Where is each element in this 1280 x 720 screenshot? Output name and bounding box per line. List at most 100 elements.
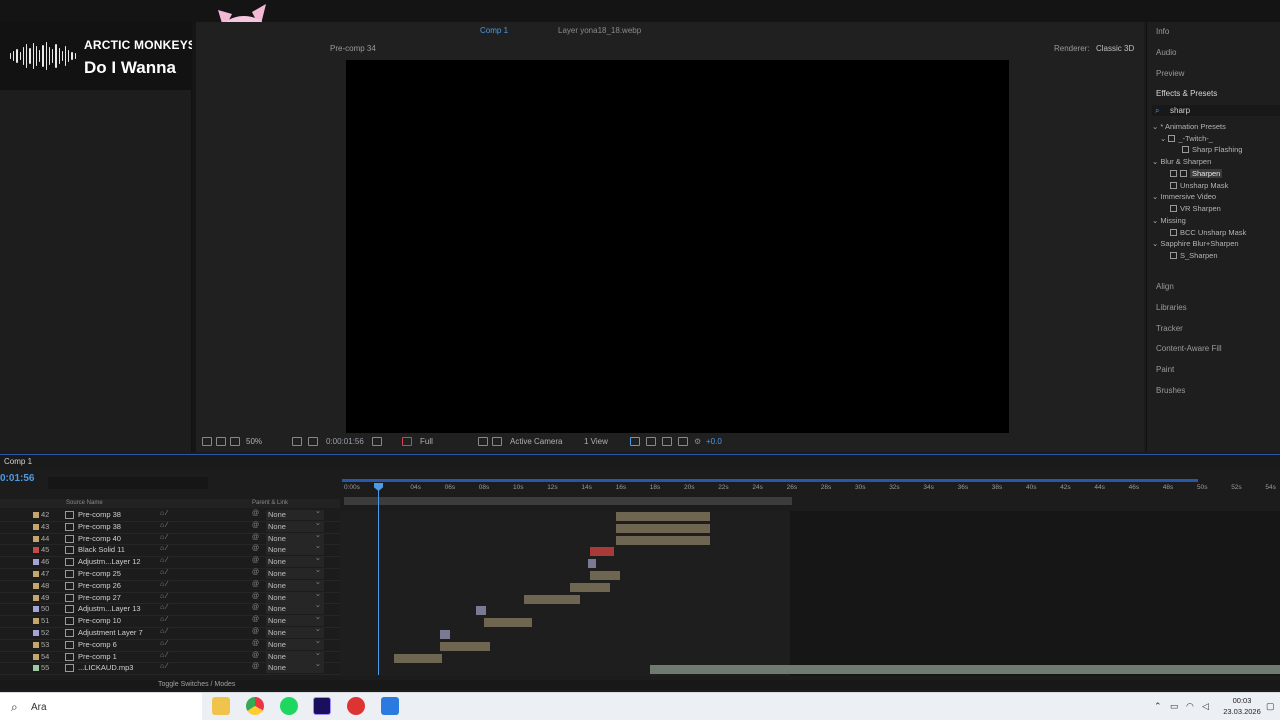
layer-duration-bar[interactable] xyxy=(440,630,450,639)
tree-folder[interactable]: ⌄ Immersive Video xyxy=(1152,192,1216,201)
tab-comp-1[interactable]: Comp 1 xyxy=(480,26,508,35)
shy-switch-icon[interactable]: ⌂ ⁄ xyxy=(160,557,167,564)
shy-switch-icon[interactable]: ⌂ ⁄ xyxy=(160,510,167,517)
label-color[interactable] xyxy=(33,535,39,542)
tree-item[interactable]: BCC Unsharp Mask xyxy=(1170,228,1246,237)
channel-icon[interactable] xyxy=(402,437,412,446)
layer-row[interactable]: 52 Adjustment Layer 7 ⌂ ⁄ @ None xyxy=(0,624,340,640)
tree-item[interactable]: VR Sharpen xyxy=(1170,204,1221,213)
shy-switch-icon[interactable]: ⌂ ⁄ xyxy=(160,663,167,670)
pick-whip-icon[interactable]: @ xyxy=(252,652,259,659)
network-icon[interactable]: ▭ xyxy=(1170,701,1179,712)
panel-info[interactable]: Info xyxy=(1156,27,1169,36)
tree-folder[interactable]: ⌄ * Animation Presets xyxy=(1152,122,1226,131)
layer-duration-bar[interactable] xyxy=(588,559,596,569)
chrome-icon[interactable] xyxy=(246,697,264,715)
label-color[interactable] xyxy=(33,618,39,625)
layer-row[interactable]: 50 Adjustm...Layer 13 ⌂ ⁄ @ None xyxy=(0,600,340,617)
layer-name[interactable]: Pre-comp 26 xyxy=(78,581,121,590)
tab-timeline-comp-1[interactable]: Comp 1 xyxy=(4,457,32,466)
layer-duration-bar[interactable] xyxy=(590,547,614,557)
shy-switch-icon[interactable]: ⌂ ⁄ xyxy=(160,616,167,623)
shy-switch-icon[interactable]: ⌂ ⁄ xyxy=(160,604,167,611)
pick-whip-icon[interactable]: @ xyxy=(252,534,259,541)
label-color[interactable] xyxy=(33,630,39,636)
fit-icon[interactable] xyxy=(292,437,302,446)
timeline-icon[interactable] xyxy=(662,437,672,446)
tab-layer[interactable]: Layer yona18_18.webp xyxy=(558,26,641,35)
tree-folder[interactable]: ⌄ Blur & Sharpen xyxy=(1152,157,1211,166)
tree-folder[interactable]: ⌄ _-Twitch-_ xyxy=(1160,134,1213,143)
layer-name[interactable]: ...LICKAUD.mp3 xyxy=(78,663,133,672)
shy-switch-icon[interactable]: ⌂ ⁄ xyxy=(160,640,167,647)
shy-switch-icon[interactable]: ⌂ ⁄ xyxy=(160,652,167,659)
current-time-indicator[interactable] xyxy=(378,487,379,675)
pick-whip-icon[interactable]: @ xyxy=(252,593,259,600)
label-color[interactable] xyxy=(33,665,39,672)
tree-item[interactable]: Sharp Flashing xyxy=(1182,145,1242,154)
layer-row[interactable]: 49 Pre-comp 27 ⌂ ⁄ @ None xyxy=(0,589,340,605)
wifi-icon[interactable]: ◠ xyxy=(1186,701,1194,712)
layer-row[interactable]: 44 Pre-comp 40 ⌂ ⁄ @ None xyxy=(0,530,340,546)
breadcrumb[interactable]: Pre-comp 34 xyxy=(330,44,376,53)
layer-name[interactable]: Black Solid 11 xyxy=(78,545,125,554)
timeline-search-input[interactable] xyxy=(48,477,208,489)
panel-audio[interactable]: Audio xyxy=(1156,48,1176,57)
renderer-value[interactable]: Classic 3D xyxy=(1096,44,1134,53)
layer-duration-bar[interactable] xyxy=(590,571,620,580)
after-effects-icon[interactable] xyxy=(313,697,331,715)
volume-icon[interactable]: ◁ xyxy=(1202,701,1209,712)
layer-duration-bar[interactable] xyxy=(440,641,490,651)
fast-preview-icon[interactable] xyxy=(646,437,656,446)
mask-icon[interactable] xyxy=(230,437,240,446)
pick-whip-icon[interactable]: @ xyxy=(252,510,259,517)
time-navigator[interactable] xyxy=(342,479,1198,482)
composition-canvas[interactable] xyxy=(346,60,1009,433)
tree-folder[interactable]: ⌄ Sapphire Blur+Sharpen xyxy=(1152,239,1239,248)
layer-duration-bar[interactable] xyxy=(616,523,710,533)
monitor-icon[interactable] xyxy=(216,437,226,446)
label-color[interactable] xyxy=(33,547,39,554)
clock[interactable]: 00:03 23.03.2026 xyxy=(1222,695,1262,717)
region-icon[interactable] xyxy=(202,437,212,446)
label-color[interactable] xyxy=(33,582,39,589)
label-color[interactable] xyxy=(33,523,39,530)
timecode-display[interactable]: 0:00:01:56 xyxy=(326,437,364,446)
layer-name[interactable]: Adjustm...Layer 12 xyxy=(78,557,141,566)
tree-item[interactable]: S_Sharpen xyxy=(1170,251,1218,260)
file-explorer-icon[interactable] xyxy=(212,697,230,715)
flowchart-icon[interactable] xyxy=(630,437,640,446)
spotify-icon[interactable] xyxy=(280,697,298,715)
view-layout-select[interactable]: 1 View xyxy=(584,437,608,446)
zoom-select[interactable]: 50% xyxy=(246,437,262,446)
current-time-display[interactable]: 0:01:56 xyxy=(0,473,34,484)
app-store-icon[interactable] xyxy=(381,697,399,715)
pick-whip-icon[interactable]: @ xyxy=(252,581,259,588)
label-color[interactable] xyxy=(33,653,39,660)
layer-row[interactable]: 53 Pre-comp 6 ⌂ ⁄ @ None xyxy=(0,636,340,652)
pick-whip-icon[interactable]: @ xyxy=(252,557,259,564)
label-color[interactable] xyxy=(33,512,39,518)
layer-duration-bar[interactable] xyxy=(476,606,486,616)
layer-name[interactable]: Pre-comp 40 xyxy=(78,534,121,543)
roi-icon[interactable] xyxy=(478,437,488,446)
label-color[interactable] xyxy=(33,559,39,566)
shy-switch-icon[interactable]: ⌂ ⁄ xyxy=(160,569,167,576)
comp-flow-icon[interactable] xyxy=(678,437,688,446)
pick-whip-icon[interactable]: @ xyxy=(252,604,259,611)
resolution-select[interactable]: Full xyxy=(420,437,433,446)
chevron-up-icon[interactable]: ⌃ xyxy=(1154,701,1162,712)
toggle-switches-modes[interactable]: Toggle Switches / Modes xyxy=(158,681,235,688)
snapshot-icon[interactable] xyxy=(372,437,382,446)
label-color[interactable] xyxy=(33,606,39,613)
layer-row[interactable]: 48 Pre-comp 26 ⌂ ⁄ @ None xyxy=(0,577,340,593)
layer-name[interactable]: Pre-comp 38 xyxy=(78,510,121,519)
layer-row[interactable]: 51 Pre-comp 10 ⌂ ⁄ @ None xyxy=(0,612,340,628)
grid-icon[interactable] xyxy=(308,437,318,446)
work-area-bar[interactable] xyxy=(344,497,792,505)
col-source-name[interactable]: Source Name xyxy=(66,500,103,506)
panel-preview[interactable]: Preview xyxy=(1156,69,1184,78)
panel-paint[interactable]: Paint xyxy=(1156,365,1174,374)
tree-item[interactable]: Unsharp Mask xyxy=(1170,181,1228,190)
shy-switch-icon[interactable]: ⌂ ⁄ xyxy=(160,534,167,541)
